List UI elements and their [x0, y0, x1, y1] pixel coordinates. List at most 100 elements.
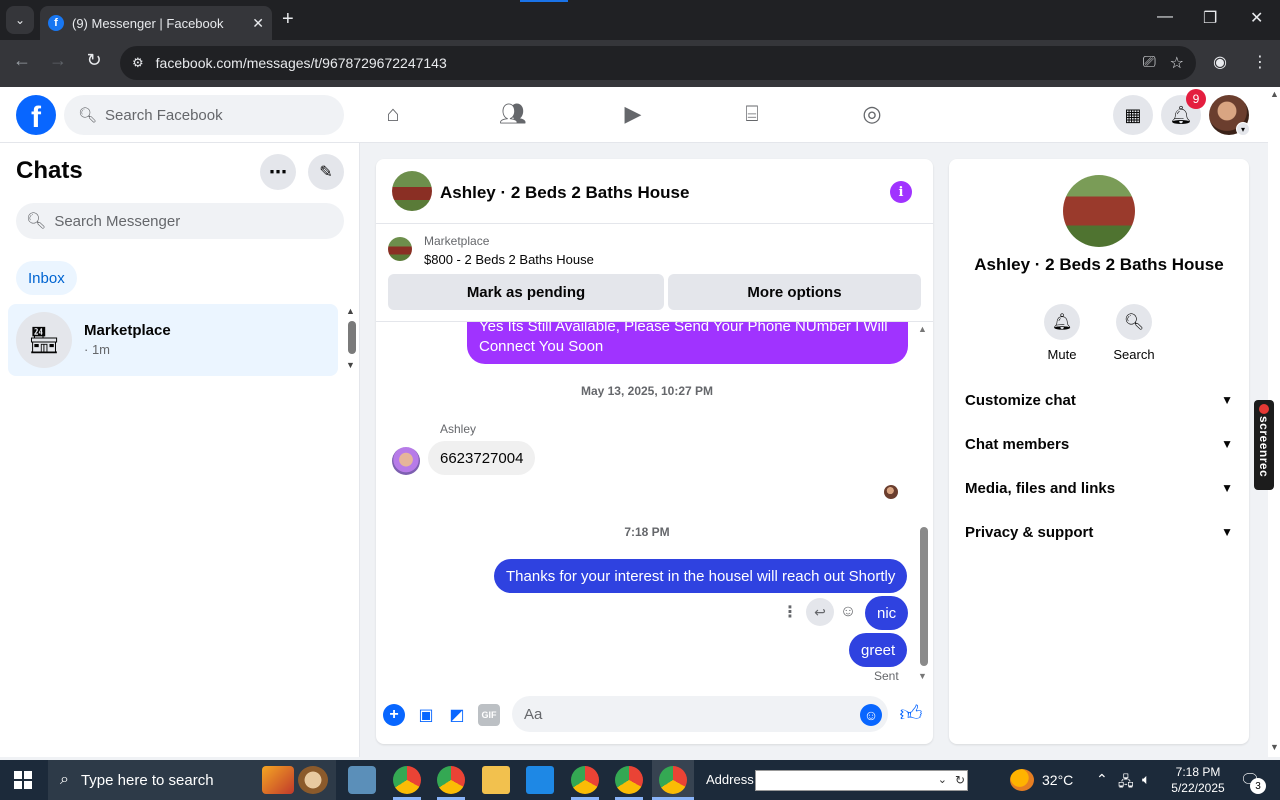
file-explorer-icon[interactable] — [482, 766, 510, 794]
browser-tab[interactable]: f (9) Messenger | Facebook ✕ — [40, 6, 272, 40]
reply-icon[interactable]: ↩ — [806, 598, 834, 626]
message-input[interactable]: Aa — [512, 696, 888, 732]
back-icon[interactable]: ← — [9, 50, 35, 71]
address-bar[interactable]: ⚙ facebook.com/messages/t/96787296722471… — [120, 46, 1196, 80]
notification-center-icon[interactable]: 🗨︎ 3 — [1240, 770, 1266, 794]
chrome-icon[interactable] — [571, 766, 599, 794]
info-icon[interactable]: i — [890, 181, 912, 203]
facebook-logo-icon[interactable]: f — [16, 95, 56, 135]
gif-icon[interactable]: GIF — [478, 704, 500, 726]
chats-scrollbar-thumb[interactable] — [348, 321, 356, 354]
restore-icon[interactable]: ❐ — [1203, 8, 1217, 28]
emoji-icon[interactable]: ☺ — [860, 704, 882, 726]
forward-icon[interactable]: → — [45, 50, 71, 71]
incoming-message[interactable]: 6623727004 — [428, 441, 536, 475]
chrome-icon[interactable] — [615, 766, 643, 794]
chrome-icon[interactable] — [437, 766, 465, 794]
listing-thumbnail[interactable] — [388, 237, 412, 261]
new-tab-icon[interactable]: + — [282, 8, 294, 31]
marketplace-icon[interactable]: ⌸ — [738, 101, 766, 129]
windows-start-icon[interactable] — [14, 771, 32, 789]
chat-item-name: Marketplace — [84, 322, 171, 339]
media-files-links-section[interactable]: Media, files and links ▼ — [965, 466, 1233, 510]
attach-image-icon[interactable]: ▣ — [415, 704, 437, 726]
privacy-support-section[interactable]: Privacy & support ▼ — [965, 510, 1233, 554]
messenger-search-input[interactable]: 🔍︎ Search Messenger — [16, 203, 344, 239]
react-emoji-icon[interactable]: ☺ — [836, 603, 860, 621]
chats-options-button[interactable]: ⋯ — [260, 154, 296, 190]
customize-chat-section[interactable]: Customize chat ▼ — [965, 378, 1233, 422]
chats-sidebar: Chats ⋯ ✎ 🔍︎ Search Messenger Inbox 🏪︎ M… — [0, 143, 360, 757]
mark-as-pending-button[interactable]: Mark as pending — [388, 274, 664, 310]
clock-date: 5/22/2025 — [1171, 781, 1225, 795]
more-options-button[interactable]: More options — [668, 274, 921, 310]
more-vertical-icon[interactable]: ⋮ — [782, 602, 798, 622]
outgoing-message[interactable]: nic — [865, 596, 909, 630]
message-status: Sent — [874, 669, 899, 683]
thumbs-up-icon[interactable]: 👍︎ — [898, 700, 924, 726]
plus-icon[interactable]: + — [383, 704, 405, 726]
chevron-down-icon: ▼ — [1221, 525, 1233, 539]
chat-members-section[interactable]: Chat members ▼ — [965, 422, 1233, 466]
weather-icon[interactable] — [1010, 769, 1034, 791]
url-text[interactable]: facebook.com/messages/t/9678729672247143 — [156, 55, 1129, 71]
tab-close-icon[interactable]: ✕ — [252, 15, 264, 32]
widget-icon[interactable] — [262, 766, 294, 794]
marketplace-store-icon: 🏪︎ — [16, 312, 72, 368]
conversation-name[interactable]: Ashley · 2 Beds 2 Baths House — [440, 183, 689, 203]
outgoing-message[interactable]: greet — [849, 633, 908, 667]
go-arrow-icon[interactable]: ↻ — [955, 773, 965, 787]
messages-scrollbar-thumb[interactable] — [920, 527, 928, 666]
facebook-search-placeholder: Search Facebook — [105, 106, 223, 124]
scroll-down-arrow-icon[interactable]: ▼ — [918, 671, 927, 681]
screenrec-widget[interactable]: screenrec — [1254, 400, 1274, 490]
scroll-up-arrow-icon[interactable]: ▲ — [346, 306, 355, 316]
chrome-icon[interactable] — [659, 766, 687, 794]
listing-title[interactable]: $800 - 2 Beds 2 Baths House — [424, 252, 594, 267]
mute-button[interactable]: 🔔︎ Mute — [1032, 304, 1092, 362]
site-info-icon[interactable]: ⚙ — [132, 55, 144, 71]
conversation-avatar[interactable] — [392, 171, 432, 211]
new-message-button[interactable]: ✎ — [308, 154, 344, 190]
video-icon[interactable]: ▶ — [619, 101, 647, 129]
chrome-icon[interactable] — [393, 766, 421, 794]
chevron-down-icon[interactable]: ⌄ — [938, 773, 947, 786]
address-toolbar-input[interactable]: ⌄ ↻ — [755, 770, 968, 791]
volume-icon[interactable]: 🔈︎ — [1142, 771, 1150, 788]
scroll-down-arrow-icon[interactable]: ▼ — [1270, 742, 1279, 752]
app-icon[interactable] — [526, 766, 554, 794]
chevron-down-icon[interactable]: ▾ — [1236, 122, 1250, 136]
browser-menu-icon[interactable]: ⋮ — [1252, 52, 1268, 72]
outgoing-message[interactable]: Yes Its Still Available, Please Send You… — [467, 322, 908, 364]
scroll-up-arrow-icon[interactable]: ▲ — [918, 324, 927, 334]
home-icon[interactable]: ⌂ — [379, 101, 407, 129]
reload-icon[interactable]: ↻ — [81, 50, 107, 71]
minimize-icon[interactable]: — — [1157, 8, 1173, 26]
network-icon[interactable]: 🖧︎ — [1118, 771, 1134, 795]
chat-list-item[interactable]: 🏪︎ Marketplace · 1m — [8, 304, 338, 376]
chat-info-avatar[interactable] — [1063, 175, 1135, 247]
weather-temperature[interactable]: 32°C — [1042, 772, 1073, 788]
groups-icon[interactable]: ◎ — [858, 101, 886, 129]
inbox-filter-button[interactable]: Inbox — [16, 261, 77, 295]
scroll-down-arrow-icon[interactable]: ▼ — [346, 360, 355, 370]
bookmark-star-icon[interactable]: ☆ — [1170, 53, 1184, 73]
install-app-icon[interactable]: ⎚ — [1143, 54, 1156, 72]
search-icon: 🔍︎ — [1116, 304, 1152, 340]
outgoing-message[interactable]: Thanks for your interest in the housel w… — [494, 559, 908, 593]
profile-icon[interactable]: ◉ — [1213, 52, 1227, 72]
widget-icon[interactable] — [298, 766, 328, 794]
app-icon[interactable] — [348, 766, 376, 794]
menu-grid-icon[interactable]: ▦ — [1113, 95, 1153, 135]
system-clock[interactable]: 7:18 PM 5/22/2025 — [1160, 764, 1236, 796]
scroll-up-arrow-icon[interactable]: ▲ — [1270, 89, 1279, 99]
friends-icon[interactable]: 👥︎ — [499, 101, 527, 129]
search-in-chat-button[interactable]: 🔍︎ Search — [1104, 304, 1164, 362]
window-close-icon[interactable]: ✕ — [1250, 8, 1263, 28]
sender-avatar[interactable] — [392, 447, 420, 475]
chevron-up-icon[interactable]: ⌃ — [1096, 771, 1108, 788]
tab-search-dropdown-icon[interactable]: ⌄ — [6, 6, 34, 34]
messenger-search-placeholder: Search Messenger — [54, 212, 181, 230]
sticker-icon[interactable]: ◩ — [446, 704, 468, 726]
facebook-search-input[interactable]: 🔍︎ Search Facebook — [64, 95, 344, 135]
